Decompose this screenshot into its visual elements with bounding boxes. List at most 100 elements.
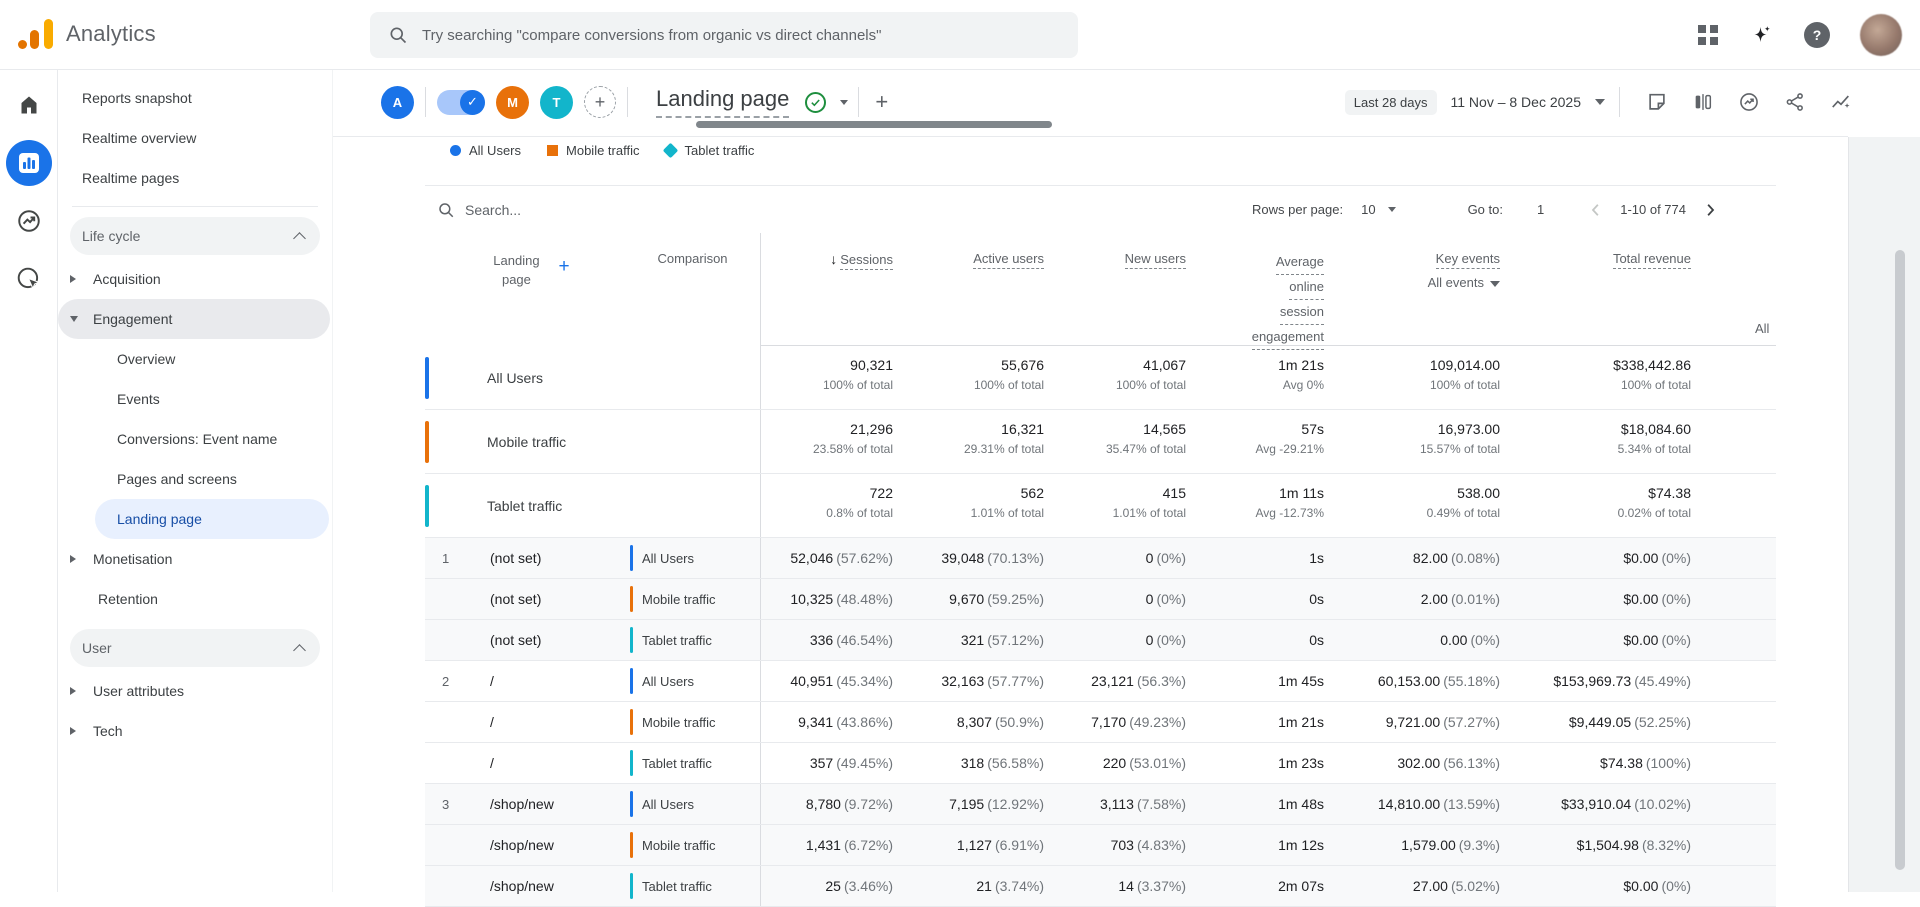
comparison-chip-mobile[interactable]: M xyxy=(496,86,529,119)
saved-check-icon[interactable] xyxy=(805,92,826,113)
column-header-landing-page[interactable]: Landing page + xyxy=(425,233,625,351)
metric-percent: (56.58%) xyxy=(987,755,1044,771)
sidebar-item-reports-snapshot[interactable]: Reports snapshot xyxy=(58,78,332,118)
metric-cell: 357(49.45%) xyxy=(761,755,903,771)
sidebar-item-engagement[interactable]: Engagement xyxy=(58,299,330,339)
totals-row-all-users[interactable]: All Users90,321100% of total55,676100% o… xyxy=(425,346,1776,410)
comparison-chip-tablet[interactable]: T xyxy=(540,86,573,119)
comparison-chip-all-users[interactable]: A xyxy=(381,86,414,119)
table-row[interactable]: 3/shop/newAll Users8,780(9.72%)7,195(12.… xyxy=(425,784,1776,825)
share-icon[interactable] xyxy=(1782,89,1808,115)
sidebar-item-user-attributes[interactable]: User attributes xyxy=(58,671,332,711)
comparison-toggle[interactable]: ✓ xyxy=(437,90,485,115)
key-events-filter[interactable]: All events xyxy=(1334,275,1500,290)
notes-icon[interactable] xyxy=(1644,89,1670,115)
sidebar-item-tech[interactable]: Tech xyxy=(58,711,332,751)
column-header-new-users[interactable]: New users xyxy=(1054,233,1196,351)
global-search-input[interactable] xyxy=(422,27,1060,44)
home-icon[interactable] xyxy=(6,82,52,128)
column-header-avg-engagement[interactable]: Average online session engagement xyxy=(1196,233,1334,351)
report-title[interactable]: Landing page xyxy=(656,86,789,118)
gemini-sparkle-icon[interactable] xyxy=(1748,22,1774,48)
date-range[interactable]: 11 Nov – 8 Dec 2025 xyxy=(1451,94,1582,110)
sidebar-item-realtime-pages[interactable]: Realtime pages xyxy=(58,158,332,198)
brand[interactable]: Analytics xyxy=(16,14,156,54)
next-page-icon[interactable] xyxy=(1698,198,1722,222)
help-icon[interactable]: ? xyxy=(1804,22,1830,48)
table-row[interactable]: (not set)Mobile traffic10,325(48.48%)9,6… xyxy=(425,579,1776,620)
sidebar-item-monetisation[interactable]: Monetisation xyxy=(58,539,332,579)
date-preset-badge[interactable]: Last 28 days xyxy=(1345,90,1437,115)
metric-value: 23,121 xyxy=(1091,673,1134,689)
sidebar-item-realtime-overview[interactable]: Realtime overview xyxy=(58,118,332,158)
totals-row-tablet-traffic[interactable]: Tablet traffic7220.8% of total5621.01% o… xyxy=(425,474,1776,538)
sparkline-insights-icon[interactable] xyxy=(1828,89,1854,115)
metric-percent: (56.3%) xyxy=(1137,673,1186,689)
add-dimension-icon[interactable]: + xyxy=(558,257,569,276)
totals-row-mobile-traffic[interactable]: Mobile traffic21,29623.58% of total16,32… xyxy=(425,410,1776,474)
sidebar-item-retention[interactable]: Retention xyxy=(58,579,332,619)
column-header-active-users[interactable]: Active users xyxy=(903,233,1054,351)
chevron-down-icon[interactable] xyxy=(1595,99,1605,105)
comparison-label: All Users xyxy=(642,674,694,689)
apps-grid-icon[interactable] xyxy=(1698,25,1718,45)
metric-cell: 1m 12s xyxy=(1196,837,1334,853)
previous-page-icon[interactable] xyxy=(1584,198,1608,222)
metric-cell: 0(0%) xyxy=(1054,632,1196,648)
metric-cell: 14,810.00(13.59%) xyxy=(1334,796,1510,812)
metric-value: 21,296 xyxy=(761,421,893,437)
table-row[interactable]: /Mobile traffic9,341(43.86%)8,307(50.9%)… xyxy=(425,702,1776,743)
totals-metric-cell: 21,29623.58% of total xyxy=(761,410,903,473)
sidebar-section-user[interactable]: User xyxy=(70,629,320,667)
pagination-range: 1-10 of 774 xyxy=(1620,202,1686,217)
add-report-tab-button[interactable]: + xyxy=(875,89,888,115)
sidebar-item-label: Realtime overview xyxy=(82,130,196,146)
sidebar-section-life-cycle[interactable]: Life cycle xyxy=(70,217,320,255)
global-search[interactable] xyxy=(370,12,1078,58)
sidebar-item-label: Events xyxy=(117,391,160,407)
table-search-input[interactable] xyxy=(465,202,685,218)
table-row[interactable]: 1(not set)All Users52,046(57.62%)39,048(… xyxy=(425,538,1776,579)
vertical-scrollbar-thumb[interactable] xyxy=(1895,250,1905,870)
avatar[interactable] xyxy=(1860,14,1902,56)
column-header-key-events[interactable]: Key events All events xyxy=(1334,233,1510,351)
table-row[interactable]: (not set)Tablet traffic336(46.54%)321(57… xyxy=(425,620,1776,661)
goto-page-value[interactable]: 1 xyxy=(1537,202,1544,217)
sidebar-item-pages-and-screens[interactable]: Pages and screens xyxy=(58,459,332,499)
explore-icon[interactable] xyxy=(6,198,52,244)
metric-percent: (0%) xyxy=(1661,591,1691,607)
totals-label-cell: All Users xyxy=(425,346,761,409)
metric-value: 722 xyxy=(761,485,893,501)
chevron-down-icon[interactable] xyxy=(840,100,848,105)
rows-per-page-value[interactable]: 10 xyxy=(1361,202,1375,217)
metric-subtext: 100% of total xyxy=(1510,378,1691,392)
legend-item-all-users[interactable]: All Users xyxy=(450,143,521,158)
sidebar-item-overview[interactable]: Overview xyxy=(58,339,332,379)
totals-metric-cell: $338,442.86100% of total xyxy=(1510,346,1701,409)
landing-page-cell: (not set) xyxy=(485,591,625,607)
section-divider xyxy=(333,136,1848,137)
chevron-down-icon[interactable] xyxy=(1388,207,1396,212)
top-app-bar: Analytics All accounts ? xyxy=(0,0,1920,70)
legend-item-tablet-traffic[interactable]: Tablet traffic xyxy=(665,143,754,158)
comparison-panels-icon[interactable] xyxy=(1690,89,1716,115)
sidebar-item-acquisition[interactable]: Acquisition xyxy=(58,259,332,299)
horizontal-scrollbar-thumb[interactable] xyxy=(696,121,1052,128)
column-header-total-revenue[interactable]: Total revenue xyxy=(1510,233,1701,351)
table-row[interactable]: /shop/newTablet traffic25(3.46%)21(3.74%… xyxy=(425,866,1776,907)
table-row[interactable]: 2/All Users40,951(45.34%)32,163(57.77%)2… xyxy=(425,661,1776,702)
add-comparison-button[interactable]: + xyxy=(584,86,616,118)
insights-icon[interactable] xyxy=(1736,89,1762,115)
sidebar-item-landing-page[interactable]: Landing page xyxy=(95,499,329,539)
table-search[interactable] xyxy=(437,201,685,219)
advertising-icon[interactable] xyxy=(6,256,52,302)
table-row[interactable]: /Tablet traffic357(49.45%)318(56.58%)220… xyxy=(425,743,1776,784)
sidebar-item-events[interactable]: Events xyxy=(58,379,332,419)
reports-icon[interactable] xyxy=(6,140,52,186)
legend-item-mobile-traffic[interactable]: Mobile traffic xyxy=(547,143,639,158)
caret-right-icon xyxy=(70,687,76,695)
column-header-sessions[interactable]: ↓Sessions xyxy=(761,233,903,351)
header-bottom-border xyxy=(761,345,1776,346)
sidebar-item-conversions-event-name[interactable]: Conversions: Event name xyxy=(58,419,332,459)
table-row[interactable]: /shop/newMobile traffic1,431(6.72%)1,127… xyxy=(425,825,1776,866)
